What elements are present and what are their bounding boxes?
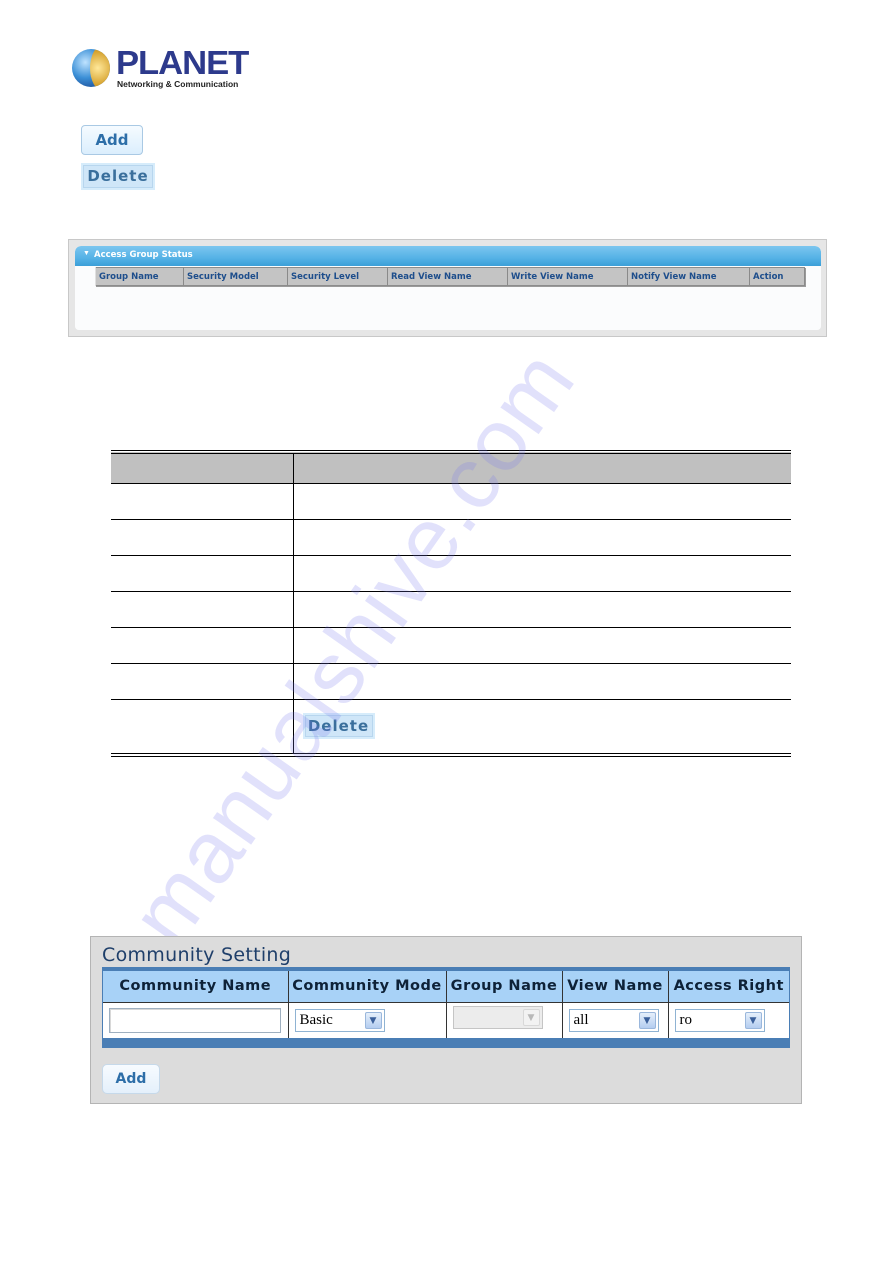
panel-header[interactable]: ▼ Access Group Status [75,246,821,266]
col-action: Action [749,267,805,286]
col-notify-view-name: Notify View Name [627,267,750,286]
cell-community-mode: Basic ▼ [288,1002,447,1038]
access-group-table: Group Name Security Model Security Level… [95,267,805,286]
desc-cell-object [111,591,294,628]
chevron-down-icon[interactable]: ▼ [364,1011,382,1029]
col-group-name: Group Name [446,971,563,1003]
desc-cell-object [111,699,294,755]
table-header-row: Group Name Security Model Security Level… [95,267,805,286]
desc-header-description [293,452,791,484]
col-view-name: View Name [562,971,669,1003]
community-table-frame: Community Name Community Mode Group Name… [102,967,790,1048]
table-row [111,519,791,556]
chevron-down-icon: ▼ [522,1009,540,1027]
globe-icon [72,49,110,87]
desc-cell-description [293,519,791,556]
group-name-select: ▼ [452,1006,543,1030]
access-group-status-frame: ▼ Access Group Status Group Name Securit… [75,246,821,330]
desc-cell-object [111,663,294,700]
description-table: Delete [111,450,791,757]
table-row [111,555,791,592]
access-right-value: ro [679,1011,693,1028]
logo-tagline: Networking & Communication [117,79,239,89]
desc-cell-object [111,627,294,664]
desc-cell-object [111,519,294,556]
delete-button[interactable]: Delete [81,163,155,190]
delete-button[interactable]: Delete [302,713,375,740]
desc-cell-description [293,663,791,700]
cell-group-name: ▼ [446,1002,563,1038]
table-header-row: Community Name Community Mode Group Name… [103,971,789,1003]
view-name-select[interactable]: all ▼ [568,1008,659,1032]
col-community-name: Community Name [103,971,289,1003]
col-security-model: Security Model [183,267,288,286]
col-read-view-name: Read View Name [387,267,508,286]
community-mode-value: Basic [299,1011,333,1028]
community-name-input[interactable] [109,1007,281,1033]
add-button[interactable]: Add [81,125,143,155]
community-mode-select[interactable]: Basic ▼ [294,1008,385,1032]
panel-title: Access Group Status [94,250,193,260]
desc-cell-description [293,483,791,520]
desc-header-object [111,452,294,484]
collapse-triangle-icon[interactable]: ▼ [83,250,90,257]
table-row [111,591,791,628]
table-row: Basic ▼ ▼ all ▼ ro ▼ [103,1002,789,1038]
desc-cell-description [293,555,791,592]
desc-cell-description [293,591,791,628]
community-setting-panel: Community Setting Community Name Communi… [90,936,802,1104]
community-table: Community Name Community Mode Group Name… [103,971,789,1038]
view-name-value: all [573,1011,589,1028]
cell-community-name [103,1002,289,1038]
col-group-name: Group Name [95,267,184,286]
col-security-level: Security Level [287,267,388,286]
chevron-down-icon[interactable]: ▼ [638,1011,656,1029]
cell-access-right: ro ▼ [668,1002,789,1038]
table-row [111,663,791,700]
cell-view-name: all ▼ [562,1002,669,1038]
access-group-status-panel: ▼ Access Group Status Group Name Securit… [68,239,827,337]
desc-cell-object [111,483,294,520]
table-row: Delete [111,699,791,755]
logo-brand: PLANET [116,44,249,81]
desc-cell-description [293,627,791,664]
add-community-button[interactable]: Add [102,1064,160,1094]
col-community-mode: Community Mode [288,971,447,1003]
col-write-view-name: Write View Name [507,267,628,286]
desc-cell-description: Delete [293,699,791,755]
desc-cell-object [111,555,294,592]
col-access-right: Access Right [668,971,789,1003]
access-right-select[interactable]: ro ▼ [674,1008,765,1032]
chevron-down-icon[interactable]: ▼ [744,1011,762,1029]
planet-logo: PLANET Networking & Communication [72,46,249,92]
community-setting-title: Community Setting [102,944,292,966]
table-row [111,483,791,520]
table-row [111,627,791,664]
desc-header-row [111,452,791,484]
